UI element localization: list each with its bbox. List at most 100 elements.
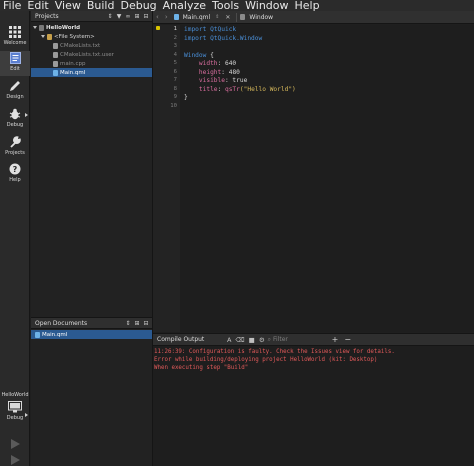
output-pane-header: Compile Output A ⌫ ■ ⚙ ⌕ Filter + − bbox=[153, 333, 474, 346]
tree-item-label: <File System> bbox=[54, 33, 95, 40]
tree-item-folder[interactable]: <File System> bbox=[31, 32, 152, 41]
debug-play-icon bbox=[8, 453, 22, 466]
code-token: QtQuick.Window bbox=[206, 34, 263, 42]
menu-tools[interactable]: Tools bbox=[209, 0, 242, 11]
mode-edit[interactable]: Edit bbox=[0, 51, 30, 76]
font-size-icon[interactable]: A bbox=[227, 336, 231, 344]
split-icon[interactable]: ⊞ bbox=[133, 319, 141, 328]
menu-view[interactable]: View bbox=[52, 0, 84, 11]
kit-selector[interactable]: HelloWorld Debug bbox=[0, 391, 30, 435]
line-number: 9 bbox=[173, 94, 177, 100]
mode-design[interactable]: Design bbox=[0, 79, 30, 105]
split-icon[interactable]: ⊞ bbox=[133, 12, 141, 21]
line-number: 8 bbox=[173, 85, 177, 92]
menu-file[interactable]: File bbox=[0, 0, 24, 11]
line-number: 10 bbox=[170, 102, 177, 109]
editor-file-name[interactable]: Main.qml bbox=[181, 14, 213, 21]
chevron-right-icon bbox=[25, 113, 28, 117]
run-button[interactable] bbox=[0, 437, 30, 451]
warning-icon bbox=[156, 26, 160, 30]
debug-run-button[interactable] bbox=[0, 453, 30, 466]
menu-analyze[interactable]: Analyze bbox=[160, 0, 209, 11]
code-token: ("Hello World") bbox=[239, 85, 296, 93]
code-token: height bbox=[184, 68, 222, 76]
mode-label: Help bbox=[9, 177, 21, 183]
tree-item-label: CMakeLists.txt bbox=[60, 42, 101, 49]
code-token: qsTr bbox=[224, 85, 240, 93]
wrench-icon bbox=[8, 135, 22, 149]
close-icon[interactable]: ⊟ bbox=[142, 12, 150, 21]
gear-icon[interactable]: ⚙ bbox=[259, 336, 265, 344]
line-number: 7 bbox=[173, 77, 177, 83]
view-select-icon[interactable]: ⇕ bbox=[106, 12, 114, 21]
output-line: 11:26:39: Configuration is faulty. Check… bbox=[154, 349, 395, 355]
dropdown-icon[interactable]: ⇕ bbox=[212, 14, 222, 20]
svg-text:?: ? bbox=[13, 165, 18, 174]
compile-output[interactable]: 11:26:39: Configuration is faulty. Check… bbox=[153, 346, 474, 466]
forward-icon[interactable]: › bbox=[162, 13, 171, 21]
grid-icon bbox=[8, 25, 22, 39]
output-line: Error while building/deploying project H… bbox=[154, 357, 378, 363]
mode-label: Debug bbox=[6, 122, 24, 128]
mode-projects[interactable]: Projects bbox=[0, 135, 30, 161]
code-line: import QtQuick bbox=[184, 26, 236, 34]
qml-file-icon bbox=[53, 69, 58, 76]
compile-output-tab[interactable]: Compile Output bbox=[153, 336, 213, 343]
line-number: 6 bbox=[173, 68, 177, 75]
file-icon bbox=[53, 42, 58, 49]
editor-toolbar: ‹ › Main.qml ⇕ ✕ Window bbox=[153, 11, 474, 24]
tree-item-label: HelloWorld bbox=[46, 24, 81, 31]
mode-welcome[interactable]: Welcome bbox=[0, 25, 30, 49]
open-documents-title[interactable]: Open Documents bbox=[31, 320, 87, 327]
menu-build[interactable]: Build bbox=[84, 0, 118, 11]
folder-icon bbox=[47, 33, 52, 40]
tree-item-file[interactable]: main.cpp bbox=[31, 59, 152, 68]
play-icon bbox=[8, 437, 22, 451]
open-documents-list: Main.qml bbox=[31, 329, 152, 466]
symbol-selector[interactable]: Window bbox=[247, 14, 275, 21]
filter-icon[interactable]: ▼ bbox=[115, 12, 123, 21]
code-token: title bbox=[184, 85, 218, 93]
minus-icon[interactable]: − bbox=[344, 335, 351, 344]
clear-icon[interactable]: ⌫ bbox=[235, 336, 244, 344]
line-number: 1 bbox=[173, 26, 177, 32]
code-line: height: 480 bbox=[184, 69, 240, 77]
link-icon[interactable]: ∞ bbox=[124, 12, 132, 21]
menu-help[interactable]: Help bbox=[292, 0, 323, 11]
projects-panel-title[interactable]: Projects bbox=[31, 13, 59, 20]
mode-help[interactable]: ? Help bbox=[0, 162, 30, 186]
tree-item-project[interactable]: HelloWorld bbox=[31, 23, 152, 32]
stop-icon[interactable]: ■ bbox=[249, 336, 255, 344]
code-editor[interactable]: import QtQuick import QtQuick.Window Windo… bbox=[180, 25, 474, 332]
add-icon[interactable]: + bbox=[332, 335, 339, 344]
project-icon bbox=[39, 24, 44, 31]
line-number: 3 bbox=[173, 43, 177, 49]
code-token: import bbox=[184, 34, 207, 42]
code-line: width: 640 bbox=[184, 60, 236, 68]
tree-item-file[interactable]: CMakeLists.txt bbox=[31, 41, 152, 50]
back-icon[interactable]: ‹ bbox=[153, 13, 162, 21]
close-icon[interactable]: ✕ bbox=[222, 14, 233, 21]
tree-item-file-selected[interactable]: Main.qml bbox=[31, 68, 152, 77]
file-icon bbox=[53, 60, 58, 67]
mode-debug[interactable]: Debug bbox=[0, 107, 30, 133]
menu-window[interactable]: Window bbox=[242, 0, 291, 11]
tree-item-label: main.cpp bbox=[60, 60, 86, 67]
tree-item-file[interactable]: CMakeLists.txt.user bbox=[31, 50, 152, 59]
output-filter[interactable]: ⌕ Filter bbox=[268, 336, 326, 344]
project-tree: HelloWorld <File System> CMakeLists.txt … bbox=[31, 22, 152, 317]
mode-bar: Welcome Edit Design Debug Projects ? Hel… bbox=[0, 11, 30, 466]
kit-project-name: HelloWorld bbox=[1, 392, 29, 398]
chevron-right-icon bbox=[25, 413, 28, 417]
code-token: visible bbox=[184, 77, 225, 84]
open-document-item[interactable]: Main.qml bbox=[31, 330, 152, 339]
code-line: import QtQuick.Window bbox=[184, 35, 262, 43]
mode-label: Design bbox=[6, 94, 24, 100]
menu-edit[interactable]: Edit bbox=[24, 0, 51, 11]
menu-debug[interactable]: Debug bbox=[117, 0, 159, 11]
menu-bar: File Edit View Build Debug Analyze Tools… bbox=[0, 0, 474, 11]
close-icon[interactable]: ⊟ bbox=[142, 319, 150, 328]
code-token: width bbox=[184, 60, 218, 67]
code-token: Window bbox=[184, 51, 207, 59]
view-select-icon[interactable]: ⇕ bbox=[124, 319, 132, 328]
